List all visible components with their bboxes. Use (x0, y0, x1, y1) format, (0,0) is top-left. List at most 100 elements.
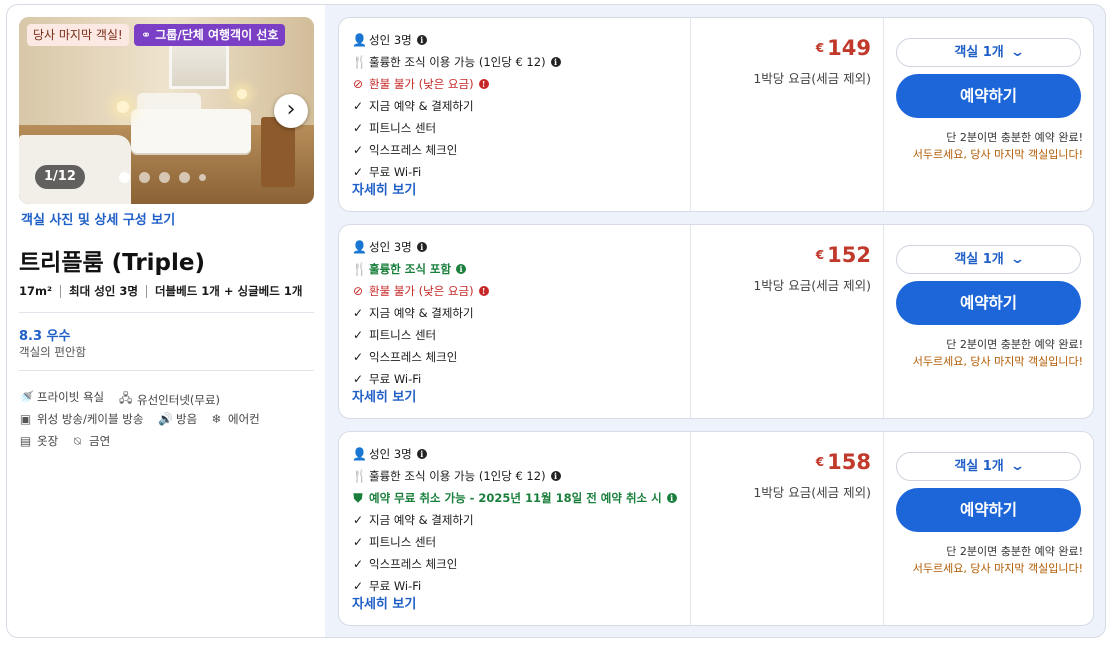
feature-label: 피트니스 센터 (369, 535, 437, 549)
check-icon: ✓ (352, 350, 364, 364)
carousel-dot[interactable] (159, 171, 170, 183)
carousel-dot[interactable] (119, 171, 130, 183)
cancellation-policy: ⊘ 환불 불가 (낮은 요금) ! (352, 76, 489, 92)
amenity-private-bathroom: 🚿 프라이빗 욕실 (19, 389, 104, 405)
chevron-down-icon: ⌄ (1009, 252, 1025, 267)
feature-row: ✓ 익스프레스 체크인 (352, 142, 457, 158)
carousel-dot[interactable] (199, 173, 206, 181)
book-button[interactable]: 예약하기 (896, 281, 1081, 325)
shield-check-icon: ⛊ (353, 490, 363, 505)
check-icon: ✓ (352, 513, 364, 527)
book-button[interactable]: 예약하기 (896, 488, 1081, 532)
guests-row: 👤 성인 3명 i (352, 446, 427, 462)
tv-icon: ▣ (19, 412, 32, 426)
network-icon: 🖧 (119, 391, 133, 405)
room-quantity-select[interactable]: 객실 1개 ⌄ (896, 245, 1081, 274)
feature-label: 익스프레스 체크인 (369, 350, 458, 364)
room-listing: 당사 마지막 객실! ⚭ 그룹/단체 여행객이 선호 › 1/12 객실 사진 … (6, 4, 1106, 638)
rate-booking: 객실 1개 ⌄ 예약하기 단 2분이면 충분한 예약 완료! 서두르세요, 당사 … (884, 225, 1095, 418)
divider (19, 370, 314, 371)
feature-label: 무료 Wi-Fi (369, 372, 422, 386)
details-link[interactable]: 자세히 보기 (352, 386, 416, 405)
rate-features: 👤 성인 3명 i 🍴 훌륭한 조식 포함 i ⊘ 환불 불가 (낮은 요금) … (339, 225, 691, 418)
room-photo-carousel[interactable]: 당사 마지막 객실! ⚭ 그룹/단체 여행객이 선호 › 1/12 (19, 17, 314, 204)
room-quantity-select[interactable]: 객실 1개 ⌄ (896, 38, 1081, 67)
info-icon[interactable]: i (550, 57, 561, 67)
wardrobe-icon: ▤ (19, 434, 32, 448)
meal-row: 🍴 훌륭한 조식 포함 i (352, 261, 467, 277)
photo-counter: 1/12 (35, 165, 85, 189)
carousel-dot[interactable] (139, 171, 150, 183)
check-icon: ✓ (352, 372, 364, 386)
feature-row: ✓ 피트니스 센터 (352, 120, 436, 136)
info-icon[interactable]: i (456, 264, 467, 274)
guests-label: 성인 3명 (369, 447, 412, 461)
group-preferred-label: 그룹/단체 여행객이 선호 (155, 28, 279, 42)
next-photo-button[interactable]: › (274, 94, 308, 128)
feature-row: ✓ 익스프레스 체크인 (352, 349, 457, 365)
amenity-wired-internet: 🖧 유선인터넷(무료) (119, 389, 220, 410)
binoculars-icon: ⚭ (141, 28, 152, 42)
price-value: 158 (827, 450, 871, 474)
check-icon: ✓ (352, 99, 364, 113)
meal-label: 훌륭한 조식 이용 가능 (1인당 € 12) (369, 469, 546, 483)
carousel-dot[interactable] (179, 171, 190, 183)
policy-label: 예약 무료 취소 가능 - 2025년 11월 18일 전 예약 취소 시 (369, 491, 662, 505)
person-icon: 👤 (352, 240, 367, 254)
check-icon: ✓ (352, 557, 364, 571)
policy-label: 환불 불가 (낮은 요금) (369, 284, 474, 298)
last-room-badge: 당사 마지막 객실! (27, 24, 129, 46)
room-quantity-value: 객실 1개 (954, 252, 1004, 267)
divider (19, 312, 314, 313)
amenity-label: 프라이빗 욕실 (37, 390, 105, 404)
details-link[interactable]: 자세히 보기 (352, 179, 416, 198)
guests-row: 👤 성인 3명 i (352, 239, 427, 255)
amenity-label: 에어컨 (228, 412, 260, 426)
amenity-air-conditioning: ❄ 에어컨 (210, 411, 260, 427)
feature-label: 무료 Wi-Fi (369, 579, 422, 593)
feature-row: ✓ 피트니스 센터 (352, 534, 436, 550)
chevron-right-icon: › (286, 97, 296, 122)
room-photos-link[interactable]: 객실 사진 및 상세 구성 보기 (21, 209, 175, 228)
guests-row: 👤 성인 3명 i (352, 32, 427, 48)
room-beds: 더블베드 1개 + 싱글베드 1개 (154, 284, 303, 298)
speaker-icon: 🔊 (158, 412, 173, 426)
shower-icon: 🚿 (19, 390, 34, 404)
price-note: 1박당 요금(세금 제외) (753, 71, 871, 86)
room-quantity-select[interactable]: 객실 1개 ⌄ (896, 452, 1081, 481)
amenity-label: 옷장 (37, 434, 59, 448)
snowflake-icon: ❄ (211, 412, 222, 426)
info-icon[interactable]: i (550, 471, 561, 481)
room-max-guests: 최대 성인 3명 (69, 284, 138, 298)
last-room-note: 서두르세요, 당사 마지막 객실입니다! (912, 562, 1083, 575)
guests-label: 성인 3명 (369, 240, 412, 254)
no-refund-icon: ⊘ (352, 284, 364, 298)
info-icon[interactable]: i (416, 449, 427, 459)
group-preferred-badge: ⚭ 그룹/단체 여행객이 선호 (134, 24, 286, 46)
info-icon[interactable]: ! (478, 286, 489, 296)
check-icon: ✓ (352, 535, 364, 549)
fork-knife-icon: 🍴 (352, 469, 367, 483)
info-icon[interactable]: i (416, 35, 427, 45)
feature-row: ✓ 지금 예약 & 결제하기 (352, 305, 474, 321)
person-icon: 👤 (352, 33, 367, 47)
info-icon[interactable]: i (666, 493, 677, 503)
rate-price: €152 1박당 요금(세금 제외) (691, 225, 884, 418)
last-room-note: 서두르세요, 당사 마지막 객실입니다! (912, 148, 1083, 161)
meal-row: 🍴 훌륭한 조식 이용 가능 (1인당 € 12) i (352, 54, 561, 70)
feature-label: 익스프레스 체크인 (369, 557, 458, 571)
feature-row: ✓ 무료 Wi-Fi (352, 578, 421, 594)
booking-time-note: 단 2분이면 충분한 예약 완료! (946, 338, 1083, 351)
check-icon: ✓ (352, 143, 364, 157)
book-button[interactable]: 예약하기 (896, 74, 1081, 118)
info-icon[interactable]: i (416, 242, 427, 252)
info-icon[interactable]: ! (478, 79, 489, 89)
amenity-wardrobe: ▤ 옷장 (19, 433, 58, 449)
fork-knife-icon: 🍴 (352, 262, 367, 276)
currency-symbol: € (815, 248, 825, 262)
details-link[interactable]: 자세히 보기 (352, 593, 416, 612)
rate-booking: 객실 1개 ⌄ 예약하기 단 2분이면 충분한 예약 완료! 서두르세요, 당사 … (884, 432, 1095, 625)
check-icon: ✓ (352, 306, 364, 320)
rate-features: 👤 성인 3명 i 🍴 훌륭한 조식 이용 가능 (1인당 € 12) i ⛊ … (339, 432, 691, 625)
room-specs: 17m² 최대 성인 3명 더블베드 1개 + 싱글베드 1개 (19, 283, 302, 299)
